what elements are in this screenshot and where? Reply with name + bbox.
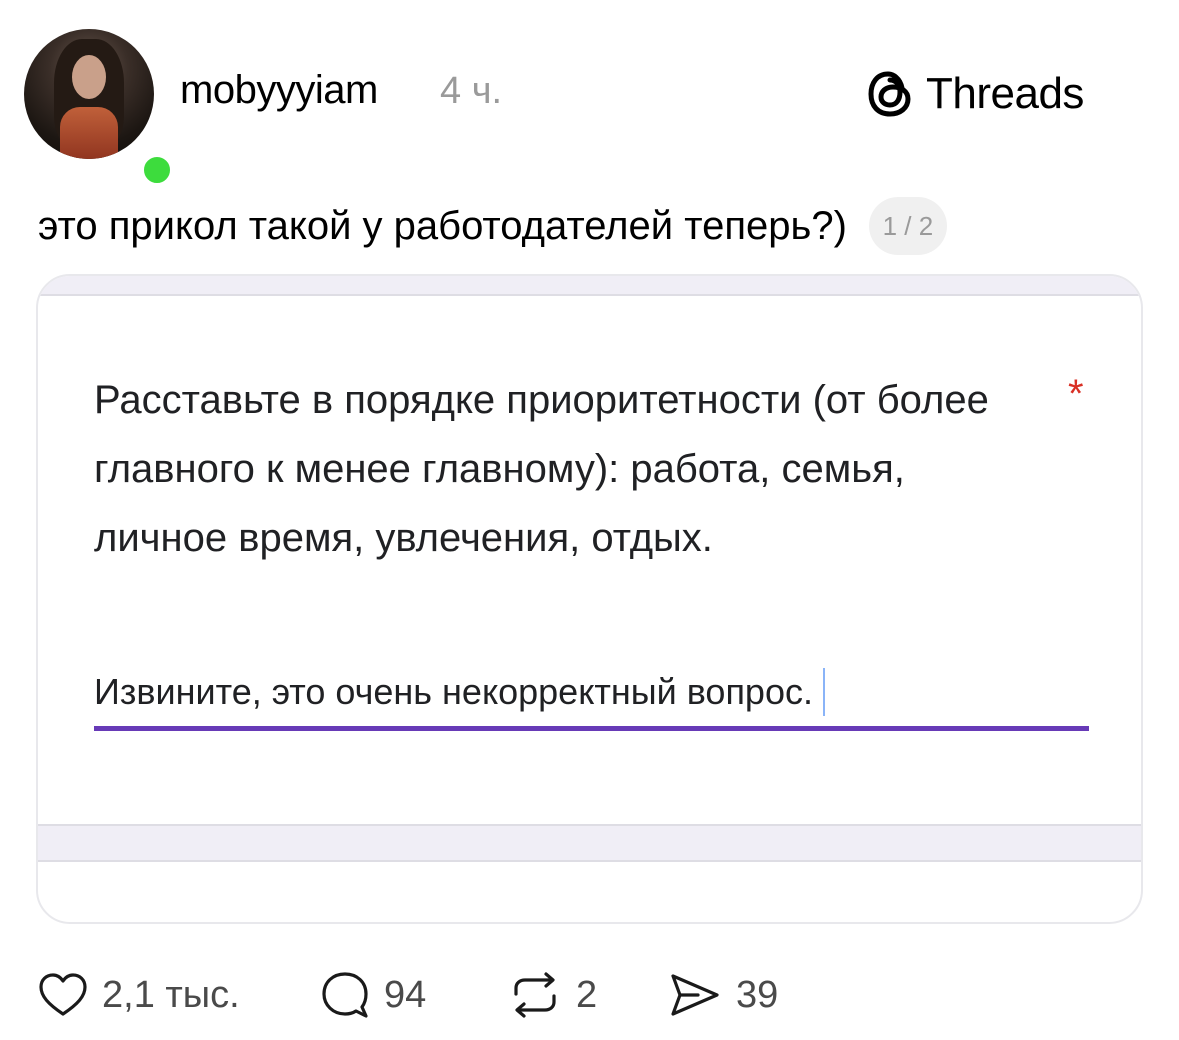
answer-underline [94, 726, 1089, 731]
card-top-band [38, 276, 1141, 296]
required-asterisk: * [1068, 372, 1084, 416]
send-icon [671, 974, 719, 1016]
threads-logo-icon [868, 71, 911, 117]
replies-count: 94 [384, 973, 427, 1016]
avatar-container[interactable] [24, 29, 176, 189]
avatar[interactable] [24, 29, 154, 159]
form-answer: Извините, это очень некорректный вопрос. [94, 668, 825, 716]
avatar-dress [60, 107, 118, 159]
heart-icon [39, 973, 87, 1016]
card-bottom-band [38, 824, 1141, 862]
text-caret [822, 668, 825, 716]
avatar-face [72, 55, 106, 99]
repost-button[interactable]: 2 [508, 964, 597, 1026]
share-button[interactable]: 39 [668, 964, 778, 1026]
post-header: mobyyyiam 4 ч. Threads [0, 0, 1179, 189]
brand-name: Threads [926, 69, 1084, 118]
like-button[interactable]: 2,1 тыс. [38, 964, 240, 1026]
page-indicator-badge: 1 / 2 [868, 197, 947, 255]
answer-text: Извините, это очень некорректный вопрос. [94, 671, 813, 712]
repost-icon [514, 972, 556, 1018]
caption-text: это прикол такой у работодателей теперь?… [38, 203, 847, 248]
post-time: 4 ч. [440, 70, 503, 112]
threads-brand: Threads [866, 66, 1084, 122]
reply-button[interactable]: 94 [320, 964, 426, 1026]
comment-icon [322, 972, 368, 1018]
username[interactable]: mobyyyiam [180, 68, 378, 113]
post-caption: это прикол такой у работодателей теперь?… [38, 196, 947, 256]
reposts-count: 2 [576, 973, 598, 1016]
form-question: Расставьте в порядке приоритетности (от … [94, 378, 989, 560]
form-screenshot-card[interactable]: Расставьте в порядке приоритетности (от … [36, 274, 1143, 924]
online-status-dot [138, 151, 176, 189]
post-actions: 2,1 тыс. 94 2 39 [38, 964, 1138, 1026]
likes-count: 2,1 тыс. [102, 973, 240, 1016]
shares-count: 39 [736, 973, 779, 1016]
